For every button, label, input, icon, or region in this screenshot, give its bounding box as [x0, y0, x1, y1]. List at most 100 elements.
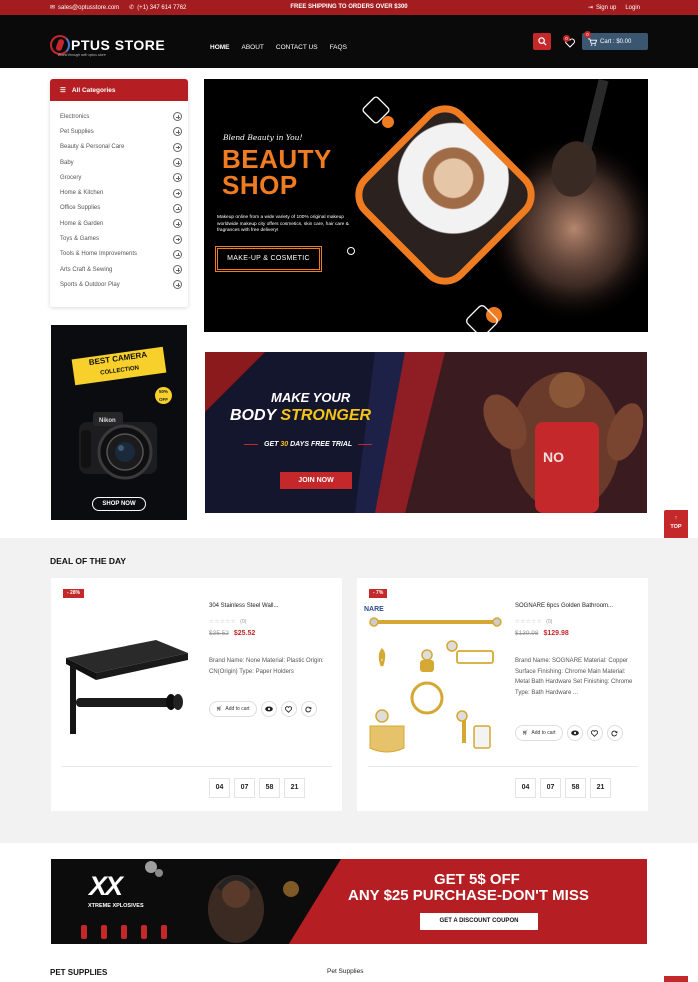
cart-icon: 🛒︎ — [216, 706, 223, 712]
category-label: Office Supplies — [60, 205, 101, 212]
promo-line2: ANY $25 PURCHASE-DON'T MISS — [348, 887, 589, 904]
eye-icon — [570, 730, 579, 736]
join-now-button[interactable]: JOIN NOW — [280, 472, 352, 489]
category-item[interactable]: Toys & Games — [60, 231, 182, 246]
plus-circle-icon[interactable] — [173, 203, 182, 213]
plus-circle-icon[interactable] — [173, 234, 182, 244]
search-button[interactable] — [533, 33, 551, 50]
compare-button[interactable] — [606, 725, 623, 741]
nav-faqs[interactable]: FAQS — [330, 44, 347, 51]
hero-title-line1: BEAUTY — [222, 144, 332, 174]
cart-total: Cart : $0.00 — [600, 38, 632, 45]
deal-product-card[interactable]: - 28% 304 Stainless Steel Wall... ☆☆☆☆☆ … — [51, 578, 342, 811]
wishlist-button[interactable]: 0 — [563, 35, 577, 49]
hamburger-icon: ☰ — [60, 87, 66, 94]
login-link[interactable]: Login — [625, 5, 640, 11]
fitness-line3-a: GET — [264, 441, 281, 448]
product-image-paper-holder — [66, 640, 188, 734]
fitness-banner[interactable]: NO MAKE YOUR BODY STRONGER GET 30 DAYS F… — [205, 352, 647, 513]
old-price: $35.52 — [209, 630, 229, 637]
plus-circle-icon[interactable] — [173, 173, 182, 183]
quick-view-button[interactable] — [566, 725, 583, 741]
plus-circle-icon[interactable] — [173, 249, 182, 259]
product-image-bath-set: NARE — [364, 606, 502, 753]
wishlist-button[interactable] — [586, 725, 603, 741]
add-to-cart-button[interactable]: 🛒︎ Add to cart — [209, 701, 257, 717]
old-price: $139.98 — [515, 630, 539, 637]
category-item[interactable]: Beauty & Personal Care — [60, 140, 182, 155]
countdown-timer: 04 07 58 21 — [209, 778, 305, 798]
category-item[interactable]: Grocery — [60, 170, 182, 185]
category-item[interactable]: Home & Kitchen — [60, 185, 182, 200]
signup-link[interactable]: ⇥ Sign up — [588, 4, 616, 11]
camera-shop-now-button[interactable]: SHOP NOW — [92, 497, 146, 511]
arrow-up-icon: ↑ — [674, 515, 678, 521]
email-contact[interactable]: ✉ sales@optusstore.com — [50, 4, 119, 11]
category-item[interactable]: Home & Garden — [60, 216, 182, 231]
fitness-line3-b: 30 — [280, 441, 289, 448]
nav-about[interactable]: ABOUT — [242, 44, 264, 51]
add-to-cart-button[interactable]: 🛒︎ Add to cart — [515, 725, 563, 741]
hero-title-line2: SHOP — [222, 170, 298, 200]
wishlist-button[interactable] — [280, 701, 297, 717]
camera-ad-banner[interactable]: BEST CAMERA COLLECTION 50% OFF Nikon SHO… — [51, 325, 187, 520]
category-label: Home & Garden — [60, 220, 104, 227]
product-name[interactable]: SOGNARE 6pcs Golden Bathroom... — [515, 603, 613, 609]
refresh-icon — [305, 706, 312, 712]
product-actions: 🛒︎ Add to cart — [515, 725, 623, 741]
plus-circle-icon[interactable] — [173, 127, 182, 137]
timer-hours: 07 — [234, 778, 255, 798]
fitness-line2-b: STRONGER — [280, 407, 372, 424]
deal-of-the-day-section: DEAL OF THE DAY - 28% 304 Stainless Stee… — [0, 538, 698, 843]
category-item[interactable]: Arts Craft & Sewing — [60, 262, 182, 277]
main-nav: HOME ABOUT CONTACT US FAQS — [210, 44, 347, 51]
heart-icon — [285, 705, 293, 713]
hero-script-text: Blend Beauty in You! — [223, 133, 303, 142]
plus-circle-icon[interactable] — [173, 142, 182, 152]
category-item[interactable]: Pet Supplies — [60, 124, 182, 139]
store-logo[interactable]: PTUS STORE — [50, 35, 165, 55]
cart-icon: 🛒︎ — [522, 730, 529, 736]
card-divider — [62, 766, 332, 767]
deal-product-card[interactable]: NARE - 7% SOGNARE 6pcs Golden Bathroom..… — [357, 578, 648, 811]
category-item[interactable]: Tools & Home Improvements — [60, 247, 182, 262]
nav-contact[interactable]: CONTACT US — [276, 44, 318, 51]
category-item[interactable]: Sports & Outdoor Play — [60, 277, 182, 292]
search-icon — [537, 37, 547, 46]
category-header[interactable]: ☰ All Categories — [50, 79, 188, 101]
quick-view-button[interactable] — [260, 701, 277, 717]
category-label: Home & Kitchen — [60, 190, 104, 197]
plus-circle-icon[interactable] — [173, 280, 182, 290]
logo-mark — [50, 35, 70, 55]
plus-circle-icon[interactable] — [173, 219, 182, 229]
eye-icon — [264, 706, 273, 712]
beauty-hero-banner[interactable]: Blend Beauty in You! BEAUTY SHOP Makeup … — [204, 79, 648, 332]
plus-circle-icon[interactable] — [173, 158, 182, 168]
cart-button[interactable]: Cart : $0.00 0 — [582, 31, 648, 50]
hero-cta-button[interactable]: MAKE-UP & COSMETIC — [215, 246, 322, 272]
category-item[interactable]: Office Supplies — [60, 201, 182, 216]
get-coupon-button[interactable]: GET A DISCOUNT COUPON — [420, 913, 538, 930]
plus-circle-icon[interactable] — [173, 112, 182, 122]
category-item[interactable]: Baby — [60, 155, 182, 170]
product-prices: $35.52 $25.52 — [209, 630, 255, 637]
pet-supplies-heading: PET SUPPLIES — [50, 968, 108, 977]
timer-seconds: 21 — [284, 778, 305, 798]
category-label: Baby — [60, 159, 74, 166]
plus-circle-icon[interactable] — [173, 265, 182, 275]
timer-days: 04 — [515, 778, 536, 798]
dash-right — [358, 444, 373, 445]
compare-button[interactable] — [300, 701, 317, 717]
timer-seconds: 21 — [590, 778, 611, 798]
plus-circle-icon[interactable] — [173, 188, 182, 198]
pet-supplies-tab[interactable]: Pet Supplies — [327, 968, 364, 975]
phone-contact[interactable]: ✆ (+1) 347 614 7762 — [129, 4, 186, 11]
scroll-top-button-3[interactable] — [664, 976, 688, 982]
category-item[interactable]: Electronics — [60, 109, 182, 124]
product-rating: ☆☆☆☆☆ (0) — [515, 619, 552, 625]
discount-promo-banner[interactable]: XX XTREME XPLOSIVES GET 5$ OFF ANY $25 P… — [51, 859, 647, 944]
category-label: Sports & Outdoor Play — [60, 281, 120, 288]
category-label: Electronics — [60, 113, 90, 120]
product-name[interactable]: 304 Stainless Steel Wall... — [209, 603, 278, 609]
nav-home[interactable]: HOME — [210, 44, 230, 51]
